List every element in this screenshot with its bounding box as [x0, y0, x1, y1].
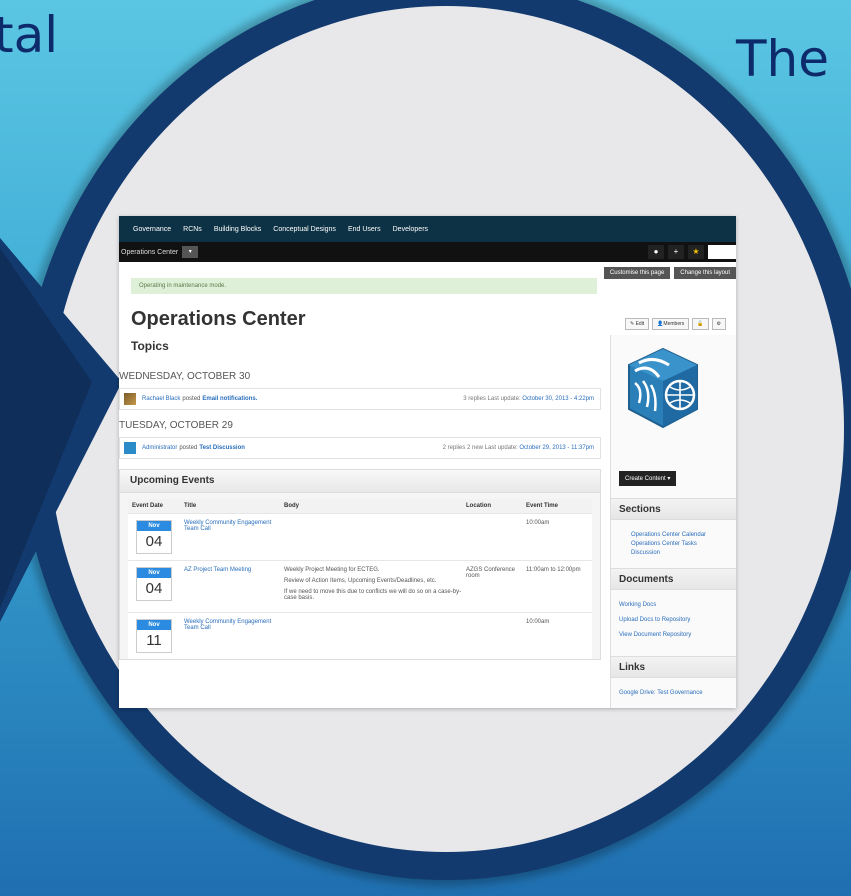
screenshot-panel: Governance RCNs Building Blocks Conceptu… — [119, 216, 736, 708]
top-navigation: Governance RCNs Building Blocks Conceptu… — [119, 216, 736, 242]
event-body: Weekly Project Meeting for ECTEG. Review… — [284, 567, 466, 606]
change-layout-button[interactable]: Change this layout — [674, 267, 736, 279]
customise-page-button[interactable]: Customise this page — [603, 267, 671, 279]
user-menu-icon[interactable]: ● — [648, 245, 664, 259]
event-body — [284, 619, 466, 653]
event-time: 10:00am — [526, 619, 550, 625]
event-title-link[interactable]: AZ Project Team Meeting — [184, 567, 284, 606]
column-header[interactable]: Location — [466, 503, 526, 509]
events-heading: Upcoming Events — [120, 470, 600, 493]
settings-icon[interactable]: ⚙ — [711, 318, 726, 330]
column-header[interactable]: Body — [284, 503, 466, 509]
topic-meta: 3 replies Last update: October 30, 2013 … — [463, 396, 594, 402]
sidebar-link-working-docs[interactable]: Working Docs — [619, 601, 656, 610]
layout-toolbar: Customise this page Change this layout — [603, 267, 736, 279]
slide-title-fragment-right: The — [736, 30, 829, 88]
nav-item-conceptual-designs[interactable]: Conceptual Designs — [273, 226, 336, 233]
topic-reply-count: 3 replies Last update: — [463, 396, 521, 402]
table-row: Nov 04 AZ Project Team Meeting Weekly Pro… — [128, 560, 592, 612]
unlock-icon[interactable]: 🔓 — [692, 318, 709, 330]
event-time: 10:00am — [526, 520, 550, 526]
topic-author-link[interactable]: Administrator — [142, 445, 177, 451]
slide-title-fragment-left: tal — [0, 6, 59, 64]
topic-verb: posted — [179, 445, 198, 451]
topic-reply-count: 2 replies 2 new Last update: — [442, 445, 518, 451]
star-icon[interactable]: ★ — [688, 245, 704, 259]
search-input[interactable] — [708, 245, 736, 259]
topic-day-heading: TUESDAY, OCTOBER 29 — [119, 420, 233, 431]
topics-heading: Topics — [131, 339, 169, 353]
nav-item-rcns[interactable]: RCNs — [183, 226, 202, 233]
sidebar-link-tasks[interactable]: Operations Center Tasks — [631, 540, 697, 549]
topic-row: Rachael Black posted Email notifications… — [119, 388, 601, 410]
right-sidebar: Create Content ▾ Sections Operations Cen… — [610, 335, 736, 708]
calendar-date-badge: Nov 11 — [136, 619, 172, 653]
badge-month: Nov — [137, 521, 171, 531]
event-location — [466, 520, 526, 554]
nav-item-end-users[interactable]: End Users — [348, 226, 381, 233]
upcoming-events-panel: Upcoming Events Event Date Title Body Lo… — [119, 469, 601, 660]
events-table: Event Date Title Body Location Event Tim… — [128, 499, 592, 659]
topic-meta: 2 replies 2 new Last update: October 29,… — [443, 445, 594, 451]
group-action-buttons: ✎ Edit 👤Members 🔓 ⚙ — [625, 318, 726, 330]
event-body-line: Review of Action Items, Upcoming Events/… — [284, 578, 437, 584]
badge-day: 04 — [145, 533, 163, 550]
event-location: AZGS Conference room — [466, 567, 516, 579]
topic-date-link[interactable]: October 29, 2013 - 11:37pm — [519, 445, 594, 451]
documents-heading: Documents — [611, 568, 736, 590]
column-header[interactable]: Title — [184, 503, 284, 509]
group-logo — [628, 347, 698, 429]
maintenance-alert: Operating in maintenance mode. — [131, 278, 597, 294]
topic-row: Administrator posted Test Discussion 2 r… — [119, 437, 601, 459]
event-location — [466, 619, 526, 653]
nav-item-developers[interactable]: Developers — [393, 226, 428, 233]
create-content-button[interactable]: Create Content ▾ — [619, 471, 677, 486]
nav-item-governance[interactable]: Governance — [133, 226, 171, 233]
links-heading: Links — [611, 656, 736, 678]
breadcrumb[interactable]: Operations Center — [119, 249, 178, 256]
event-title-link[interactable]: Weekly Community Engagement Team Call — [184, 520, 284, 554]
event-body-line: If we need to move this due to conflicts… — [284, 589, 462, 601]
edit-button[interactable]: ✎ Edit — [625, 318, 650, 330]
sidebar-link-view-repository[interactable]: View Document Repository — [619, 631, 691, 640]
members-button[interactable]: 👤Members — [652, 318, 690, 330]
topic-verb: posted — [182, 396, 201, 402]
badge-month: Nov — [137, 620, 171, 630]
main-content: Operations Center Topics WEDNESDAY, OCTO… — [119, 308, 601, 660]
topic-date-link[interactable]: October 30, 2013 - 4:22pm — [522, 396, 594, 402]
add-icon[interactable]: + — [668, 245, 684, 259]
sidebar-link-discussion[interactable]: Discussion — [631, 549, 660, 558]
sidebar-link-calendar[interactable]: Operations Center Calendar — [631, 531, 706, 540]
sidebar-link-google-drive[interactable]: Google Drive: Test Governance — [619, 689, 703, 698]
event-body-line: Weekly Project Meeting for ECTEG. — [284, 567, 380, 573]
breadcrumb-dropdown-button[interactable]: ▾ — [182, 246, 199, 258]
badge-day: 04 — [145, 580, 163, 597]
event-title-link[interactable]: Weekly Community Engagement Team Call — [184, 619, 284, 653]
topic-author-link[interactable]: Rachael Black — [142, 396, 180, 402]
context-bar: Operations Center ▾ ● + ★ — [119, 242, 736, 262]
event-body — [284, 520, 466, 554]
topic-title-link[interactable]: Test Discussion — [199, 445, 245, 451]
events-table-header: Event Date Title Body Location Event Tim… — [128, 499, 592, 513]
table-row: Nov 11 Weekly Community Engagement Team C… — [128, 612, 592, 659]
page-title: Operations Center — [131, 308, 306, 330]
nav-item-building-blocks[interactable]: Building Blocks — [214, 226, 261, 233]
badge-month: Nov — [137, 568, 171, 578]
column-header[interactable]: Event Time — [526, 503, 586, 509]
table-row: Nov 04 Weekly Community Engagement Team C… — [128, 513, 592, 560]
user-avatar — [124, 393, 136, 405]
sections-heading: Sections — [611, 498, 736, 520]
calendar-date-badge: Nov 04 — [136, 567, 172, 601]
user-avatar — [124, 442, 136, 454]
topic-day-heading: WEDNESDAY, OCTOBER 30 — [119, 371, 251, 382]
calendar-date-badge: Nov 04 — [136, 520, 172, 554]
badge-day: 11 — [146, 632, 162, 649]
event-time: 11:00am to 12:00pm — [526, 567, 581, 573]
column-header[interactable]: Event Date — [128, 503, 184, 509]
topic-title-link[interactable]: Email notifications. — [202, 396, 257, 402]
sidebar-link-upload-docs[interactable]: Upload Docs to Repository — [619, 616, 690, 625]
